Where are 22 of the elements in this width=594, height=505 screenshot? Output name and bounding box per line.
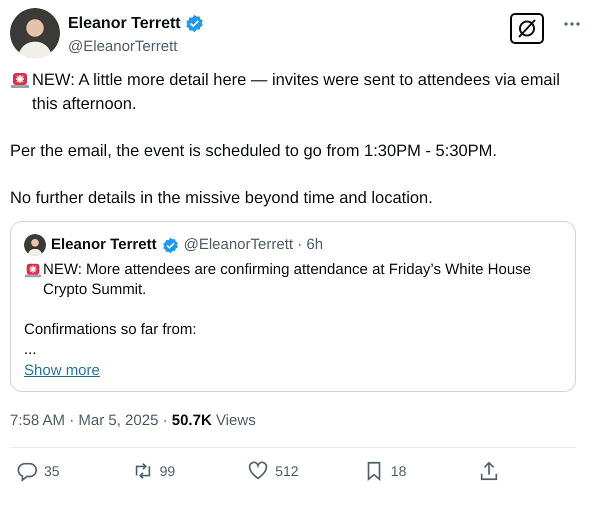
quoted-text: NEW: More attendees are confirming attendance at Friday’s White House Crypto Summit. — [43, 260, 532, 300]
tweet-text: No further details in the missive beyond time and location. — [10, 188, 433, 209]
author-handle[interactable]: @EleanorTerrett — [68, 38, 204, 55]
tweet-text: NEW: A little more detail here — invites were sent to attendees via email this afternoon. — [32, 70, 561, 115]
tweet-text: Per the email, the event is scheduled to go from 1:30PM - 5:30PM. — [10, 141, 497, 162]
show-more-link[interactable]: Show more — [24, 361, 100, 381]
timestamp-views: 7:58 AM · Mar 5, 2025 · 50.7K Views — [10, 412, 257, 429]
avatar[interactable] — [24, 234, 46, 256]
quoted-author-name[interactable]: Eleanor Terrett — [51, 235, 157, 255]
grok-button[interactable] — [510, 13, 544, 44]
avatar[interactable] — [10, 8, 60, 58]
author-name[interactable]: Eleanor Terrett — [68, 14, 181, 32]
bookmark-button[interactable]: 18 — [362, 460, 478, 482]
quoted-text: Confirmations so far from: — [24, 320, 197, 340]
quoted-author-handle: @EleanorTerrett · 6h — [184, 235, 324, 255]
repost-button[interactable]: 99 — [132, 460, 248, 482]
reply-icon — [16, 460, 38, 482]
heart-icon — [247, 460, 270, 482]
reply-button[interactable]: 35 — [16, 460, 132, 482]
like-button[interactable]: 512 — [247, 460, 363, 482]
quoted-text: ... — [24, 340, 37, 360]
more-options-icon[interactable] — [564, 22, 580, 26]
